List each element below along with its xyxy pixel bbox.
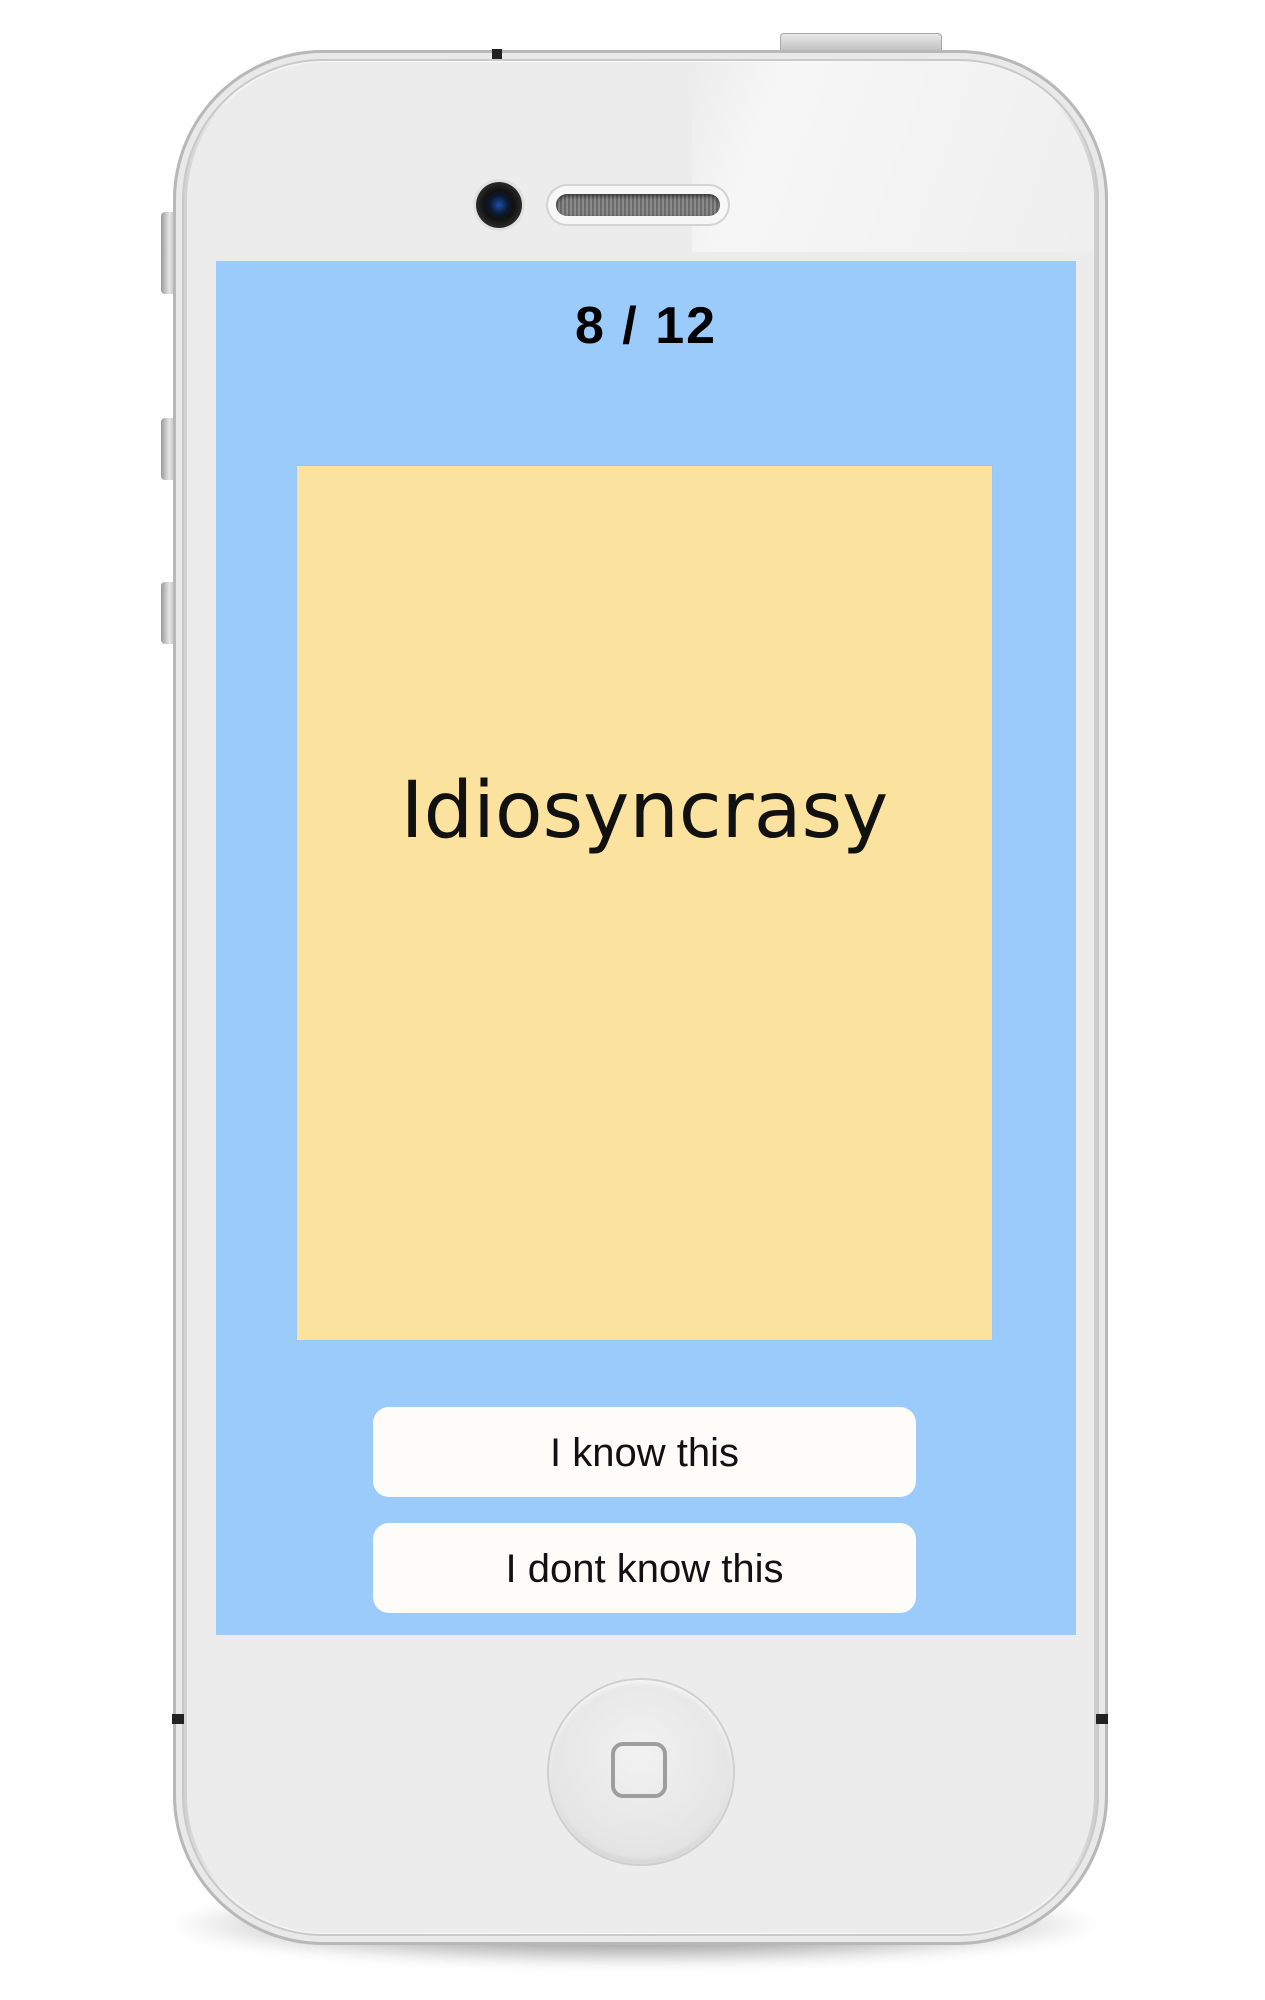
flashcard[interactable]: Idiosyncrasy — [297, 466, 992, 1340]
front-camera-icon — [476, 182, 522, 228]
i-know-this-button[interactable]: I know this — [373, 1407, 916, 1497]
antenna-band-left — [172, 1714, 184, 1724]
device-mockup-stage: 8 / 12 Idiosyncrasy I know this I dont k… — [0, 0, 1265, 2000]
home-button-square-icon — [611, 1742, 667, 1798]
earpiece-speaker-icon — [548, 186, 728, 224]
i-dont-know-this-button[interactable]: I dont know this — [373, 1523, 916, 1613]
home-button[interactable] — [549, 1680, 733, 1864]
phone-glare — [692, 62, 1094, 252]
app-screen: 8 / 12 Idiosyncrasy I know this I dont k… — [216, 261, 1076, 1635]
speaker-grill — [556, 194, 720, 216]
antenna-band-top — [492, 49, 502, 59]
antenna-band-right — [1096, 1714, 1108, 1724]
flashcard-word: Idiosyncrasy — [400, 766, 889, 856]
progress-counter: 8 / 12 — [574, 297, 718, 355]
